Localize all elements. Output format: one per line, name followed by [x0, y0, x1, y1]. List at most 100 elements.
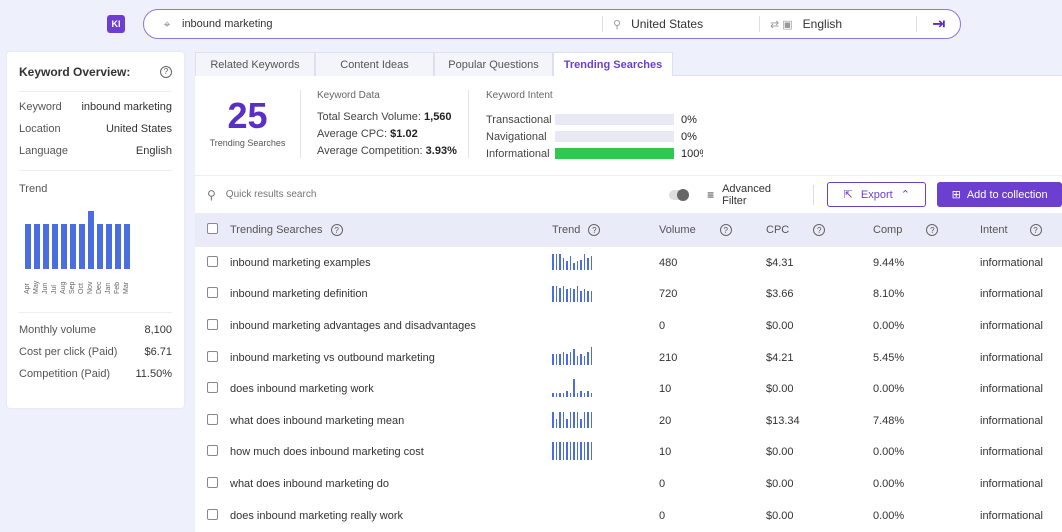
col-trend[interactable]: Trend? [552, 213, 659, 247]
table-row[interactable]: what does inbound marketing mean 20 $13.34… [195, 405, 1062, 437]
trend-cell [552, 373, 659, 405]
intent-bar-fill [555, 148, 674, 159]
intent-cell: informational [980, 446, 1043, 459]
help-icon[interactable]: ? [813, 224, 826, 237]
row-checkbox[interactable] [207, 382, 218, 394]
language-select[interactable]: ⇄ ▣ English [760, 17, 916, 31]
table-row[interactable]: does inbound marketing work 10 $0.00 0.00% i… [195, 373, 1062, 405]
help-icon[interactable]: ? [1029, 224, 1042, 237]
tab-trending-searches[interactable]: Trending Searches [553, 52, 673, 76]
table-row[interactable]: does inbound marketing really work 0 $0.00… [195, 500, 1062, 532]
keyword-cell[interactable]: what does inbound marketing do [230, 468, 552, 500]
search-submit-icon[interactable]: ⇥ [927, 12, 951, 36]
table-row[interactable]: inbound marketing examples 480 $4.31 9.44% i… [195, 247, 1062, 279]
volume-cell: 0 [659, 509, 666, 522]
keyword-intent: Keyword Intent Transactional 0% Navigation… [469, 76, 703, 162]
row-checkbox[interactable] [207, 413, 218, 425]
cpc-cell: $0.00 [766, 446, 794, 459]
table-row[interactable]: how much does inbound marketing cost 10 $0… [195, 437, 1062, 469]
keyword-cell[interactable]: inbound marketing vs outbound marketing [230, 342, 552, 374]
export-button[interactable]: ⇱ Export ⌃ [827, 182, 927, 207]
sparkline-bar [580, 441, 582, 460]
trend-month-label: Dec [96, 281, 103, 294]
trend-bar [88, 211, 94, 269]
row-checkbox[interactable] [207, 350, 218, 362]
comp-cell: 0.00% [873, 446, 905, 459]
search-bar[interactable]: ⌖ inbound marketing ⚲ United States ⇄ ▣ … [143, 9, 961, 39]
col-intent[interactable]: Intent? [980, 213, 1062, 247]
keyword-cell[interactable]: inbound marketing advantages and disadva… [230, 310, 552, 342]
filter-icon: ≡ [707, 187, 715, 202]
row-checkbox[interactable] [207, 476, 218, 488]
row-checkbox[interactable] [207, 445, 218, 457]
keyword-data-row: Average CPC: $1.02 [317, 128, 468, 145]
comp-cell: 0.00% [873, 477, 905, 490]
col-cpc[interactable]: CPC? [766, 213, 873, 247]
row-checkbox[interactable] [207, 255, 218, 267]
trend-cell [552, 279, 659, 311]
help-icon[interactable]: ? [719, 224, 732, 237]
keyword-cell[interactable]: does inbound marketing work [230, 373, 552, 405]
keyword-data-row: Average Competition: 3.93% [317, 145, 468, 162]
sparkline-bar [590, 441, 592, 460]
select-all-checkbox[interactable] [207, 223, 218, 234]
divider [813, 184, 815, 205]
sparkline-bar [587, 291, 589, 302]
sparkline-bar [552, 441, 554, 460]
trend-bar [106, 223, 112, 269]
keyword-data-row: Total Search Volume: 1,560 [317, 111, 468, 128]
trend-month-label: Jan [105, 282, 112, 294]
sparkline-bar [569, 255, 571, 271]
table-row[interactable]: inbound marketing advantages and disadva… [195, 310, 1062, 342]
sparkline-bar [566, 289, 568, 302]
quick-search-input[interactable] [225, 189, 626, 200]
col-keyword[interactable]: Trending Searches? [230, 213, 552, 247]
keyword-data-key: Average Competition: [317, 145, 423, 157]
keyword-data-value: 3.93% [425, 145, 457, 157]
sparkline-bar [580, 419, 582, 429]
row-checkbox[interactable] [207, 508, 218, 520]
target-icon: ⌖ [163, 16, 171, 31]
help-icon[interactable]: ? [926, 224, 939, 237]
sparkline-bar [580, 291, 582, 302]
keyword-cell[interactable]: does inbound marketing really work [230, 500, 552, 532]
location-select[interactable]: ⚲ United States [603, 17, 759, 31]
keyword-cell[interactable]: what does inbound marketing mean [230, 405, 552, 437]
sparkline-bar [590, 255, 592, 271]
row-checkbox-cell [195, 468, 230, 500]
add-to-collection-button[interactable]: ⊞ Add to collection [937, 182, 1062, 207]
table-row[interactable]: inbound marketing vs outbound marketing 2… [195, 342, 1062, 374]
trend-bar [79, 223, 85, 269]
keyword-cell[interactable]: inbound marketing examples [230, 247, 552, 279]
advanced-filter-button[interactable]: ≡ Advanced Filter [707, 183, 798, 207]
row-checkbox[interactable] [207, 318, 218, 330]
col-comp[interactable]: Comp? [873, 213, 980, 247]
overview-stats: Monthly volume 8,100 Cost per click (Paid)… [19, 312, 172, 385]
toggle-switch[interactable] [669, 188, 690, 201]
volume-cell: 720 [659, 288, 678, 301]
help-icon[interactable]: ? [160, 65, 172, 78]
table-row[interactable]: inbound marketing definition 720 $3.66 8.10… [195, 279, 1062, 311]
table-header-row: Trending Searches? Trend? Volume? CPC? C… [195, 213, 1062, 247]
tab-content-ideas[interactable]: Content Ideas [315, 52, 434, 76]
tab-related-keywords[interactable]: Related Keywords [195, 52, 315, 76]
sparkline-bar [583, 254, 585, 271]
tab-popular-questions[interactable]: Popular Questions [434, 52, 553, 76]
tab-bar-filler [673, 52, 1062, 76]
keyword-cell[interactable]: how much does inbound marketing cost [230, 437, 552, 469]
help-icon[interactable]: ? [330, 224, 343, 237]
search-input[interactable]: inbound marketing [182, 18, 602, 30]
comp-cell: 0.00% [873, 509, 905, 522]
sparkline-bar [566, 419, 568, 429]
language-value: English [802, 17, 843, 31]
row-checkbox[interactable] [207, 287, 218, 299]
trend-sparkline [552, 347, 592, 366]
sparkline-bar [590, 347, 592, 366]
intent-cell: informational [980, 351, 1043, 364]
keyword-cell[interactable]: inbound marketing definition [230, 279, 552, 311]
help-icon[interactable]: ? [588, 224, 601, 237]
table-row[interactable]: what does inbound marketing do 0 $0.00 0.00… [195, 468, 1062, 500]
comp-cell: 5.45% [873, 351, 905, 364]
col-volume[interactable]: Volume? [659, 213, 766, 247]
trend-label: Trend [19, 183, 48, 195]
